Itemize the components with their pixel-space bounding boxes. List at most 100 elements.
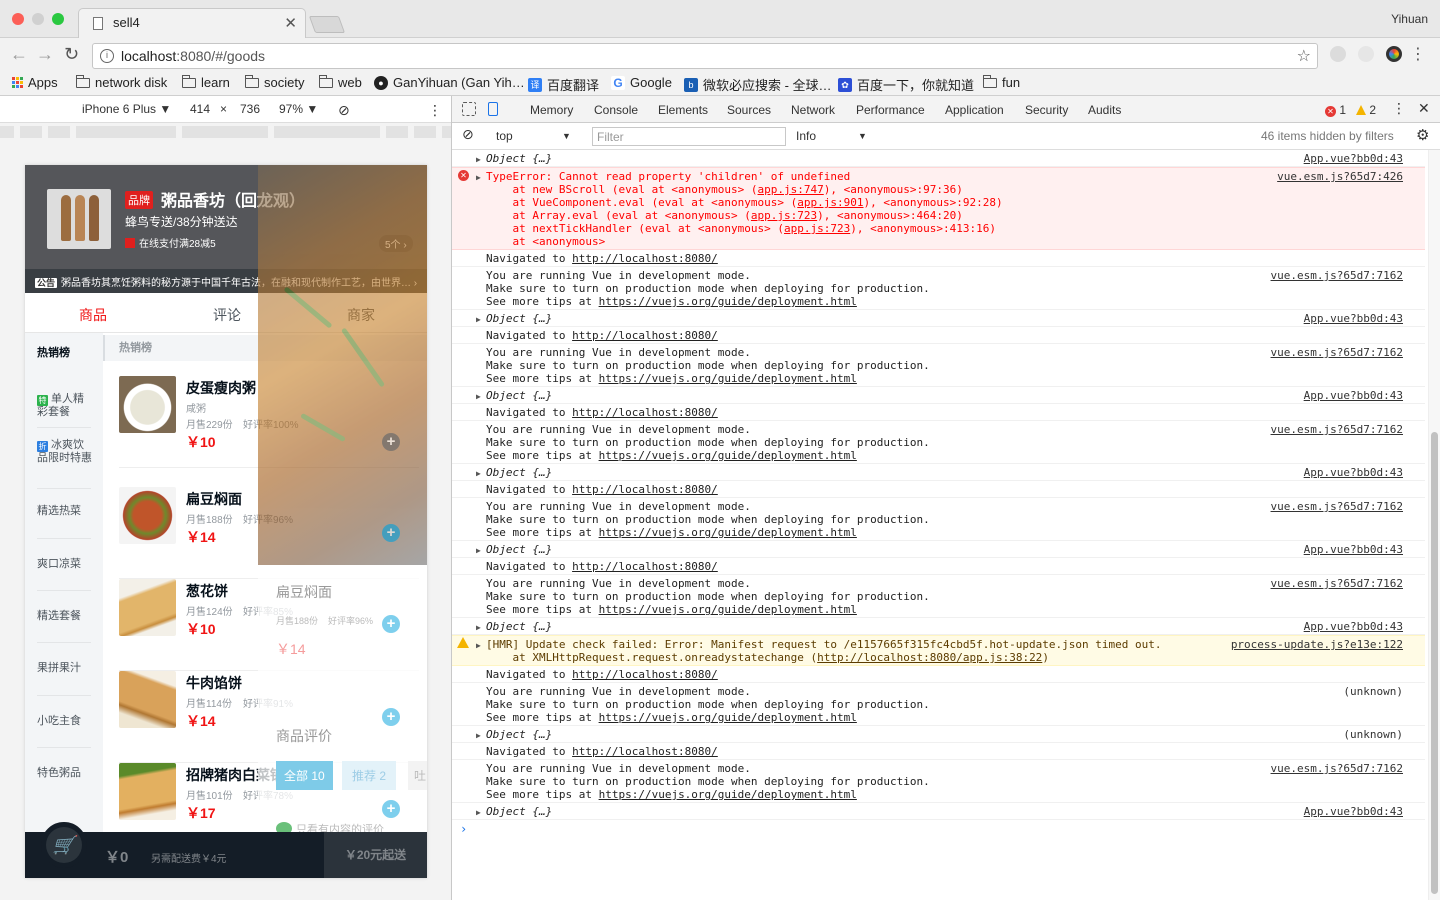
object-preview[interactable]: Object {…} [486, 543, 552, 556]
source-link[interactable]: App.vue?bb0d:43 [1304, 805, 1403, 818]
bookmark-folder-network-disk[interactable]: network disk [76, 74, 167, 90]
vue-tips-link[interactable]: https://vuejs.org/guide/deployment.html [599, 526, 857, 539]
source-link[interactable]: vue.esm.js?65d7:7162 [1271, 346, 1403, 359]
source-link[interactable]: vue.esm.js?65d7:7162 [1271, 577, 1403, 590]
bookmark-folder-learn[interactable]: learn [182, 74, 230, 90]
expand-triangle-icon[interactable]: ▶ [476, 806, 481, 819]
tab-memory[interactable]: Memory [530, 103, 573, 117]
tab-security[interactable]: Security [1025, 103, 1068, 117]
device-height-input[interactable]: 736 [240, 102, 260, 116]
zoom-select[interactable]: 97% ▼ [279, 102, 318, 116]
console-object-message[interactable]: ▶ Object {…} (unknown) [452, 726, 1425, 743]
device-width-input[interactable]: 414 [190, 102, 210, 116]
source-link[interactable]: vue.esm.js?65d7:7162 [1271, 500, 1403, 513]
expand-triangle-icon[interactable]: ▶ [476, 153, 481, 166]
extension-icon[interactable] [1358, 46, 1374, 62]
clear-console-icon[interactable]: ⊘ [462, 126, 474, 143]
expand-triangle-icon[interactable]: ▶ [476, 729, 481, 742]
chrome-menu-icon[interactable]: ⋮ [1410, 44, 1426, 64]
minimize-window-button[interactable] [32, 13, 44, 25]
vue-tips-link[interactable]: https://vuejs.org/guide/deployment.html [599, 295, 857, 308]
address-bar[interactable]: i localhost:8080/#/goods ☆ [92, 43, 1318, 69]
profile-name[interactable]: Yihuan [1391, 12, 1428, 26]
nav-url-link[interactable]: http://localhost:8080/ [572, 252, 718, 265]
warning-counter[interactable]: 2 [1356, 103, 1376, 117]
source-link[interactable]: vue.esm.js?65d7:7162 [1271, 269, 1403, 282]
tab-console[interactable]: Console [587, 103, 645, 125]
object-preview[interactable]: Object {…} [486, 152, 552, 165]
scrollbar-thumb[interactable] [1431, 432, 1438, 894]
nav-url-link[interactable]: http://localhost:8080/ [572, 668, 718, 681]
context-select[interactable]: top [496, 129, 513, 143]
shopcart-bar[interactable]: 🛒 ￥0 另需配送费￥4元 ￥20元起送 [25, 822, 427, 878]
chrome-extension-icon[interactable] [1386, 46, 1402, 62]
tab-seller[interactable]: 商家 [347, 305, 375, 325]
notice-bar[interactable]: 公告 粥品香坊其烹饪粥料的秘方源于中国千年古法，在融和现代制作工艺，由世界… › [25, 269, 427, 293]
food-item[interactable]: 葱花饼 月售124份 好评率85% ￥10 [119, 579, 419, 671]
rotate-icon[interactable]: ⊘ [338, 102, 350, 119]
zoom-window-button[interactable] [52, 13, 64, 25]
tab-sources[interactable]: Sources [727, 103, 771, 117]
object-preview[interactable]: Object {…} [486, 728, 552, 741]
vue-tips-link[interactable]: https://vuejs.org/guide/deployment.html [599, 788, 857, 801]
console-scrollbar[interactable] [1428, 150, 1440, 900]
expand-triangle-icon[interactable]: ▶ [476, 544, 481, 557]
browser-tab[interactable]: sell4 ✕ [78, 8, 306, 38]
console-object-message[interactable]: ▶ Object {…} App.vue?bb0d:43 [452, 387, 1425, 404]
expand-triangle-icon[interactable]: ▶ [476, 390, 481, 403]
console-output[interactable]: ▶ Object {…} App.vue?bb0d:43 ✕ ▶ TypeError: C… [452, 150, 1425, 900]
console-object-message[interactable]: ▶ Object {…} App.vue?bb0d:43 [452, 541, 1425, 558]
menu-item[interactable]: 果拼果汁 [37, 662, 93, 675]
tab-elements[interactable]: Elements [658, 103, 708, 117]
nav-url-link[interactable]: http://localhost:8080/ [572, 560, 718, 573]
level-select[interactable]: Info [796, 129, 816, 143]
menu-item[interactable]: 特色粥品 [37, 767, 93, 780]
console-error-message[interactable]: ✕ ▶ TypeError: Cannot read property 'child… [452, 167, 1425, 250]
inspect-element-icon[interactable] [462, 102, 476, 116]
tab-network[interactable]: Network [791, 103, 835, 117]
bookmark-apps[interactable]: Apps [12, 75, 58, 90]
menu-item[interactable]: 精选套餐 [37, 610, 93, 623]
console-object-message[interactable]: ▶ Object {…} App.vue?bb0d:43 [452, 618, 1425, 635]
reload-icon[interactable]: ↻ [64, 44, 79, 65]
menu-item[interactable]: 特单人精彩套餐 [37, 393, 93, 419]
device-toolbar-icon[interactable] [488, 102, 498, 116]
expand-triangle-icon[interactable]: ▶ [476, 467, 481, 480]
activity-count-button[interactable]: 5个 › [379, 235, 413, 252]
source-link[interactable]: App.vue?bb0d:43 [1304, 312, 1403, 325]
bookmark-google[interactable]: G Google [611, 75, 672, 90]
menu-item[interactable]: 热销榜 [37, 347, 93, 360]
source-link[interactable]: App.vue?bb0d:43 [1304, 543, 1403, 556]
tab-application[interactable]: Application [945, 103, 1004, 117]
nav-url-link[interactable]: http://localhost:8080/ [572, 329, 718, 342]
food-item[interactable]: 牛肉馅饼 月售114份 好评率91% ￥14 [119, 671, 419, 763]
device-select[interactable]: iPhone 6 Plus ▼ [82, 102, 171, 116]
console-object-message[interactable]: ▶ Object {…} App.vue?bb0d:43 [452, 464, 1425, 481]
bookmark-folder-fun[interactable]: fun [983, 74, 1020, 90]
vue-tips-link[interactable]: https://vuejs.org/guide/deployment.html [599, 603, 857, 616]
console-settings-gear-icon[interactable]: ⚙ [1416, 126, 1429, 144]
close-window-button[interactable] [12, 13, 24, 25]
object-preview[interactable]: Object {…} [486, 805, 552, 818]
source-link[interactable]: App.vue?bb0d:43 [1304, 389, 1403, 402]
object-preview[interactable]: Object {…} [486, 389, 552, 402]
close-devtools-icon[interactable]: ✕ [1418, 100, 1430, 117]
nav-url-link[interactable]: http://localhost:8080/ [572, 745, 718, 758]
error-counter[interactable]: ✕ 1 [1325, 103, 1346, 117]
bookmark-baidu-translate[interactable]: 译百度翻译 [528, 75, 599, 94]
devtools-menu-icon[interactable]: ⋮ [1392, 100, 1406, 117]
menu-item[interactable]: 折冰爽饮品限时特惠 [37, 439, 93, 465]
object-preview[interactable]: Object {…} [486, 312, 552, 325]
source-link[interactable]: App.vue?bb0d:43 [1304, 620, 1403, 633]
cart-logo[interactable]: 🛒 [41, 822, 87, 868]
pay-button[interactable]: ￥20元起送 [324, 832, 427, 878]
menu-item[interactable]: 爽口凉菜 [37, 558, 93, 571]
expand-triangle-icon[interactable]: ▶ [476, 171, 481, 184]
source-link[interactable]: App.vue?bb0d:43 [1304, 152, 1403, 165]
url-text[interactable]: localhost:8080/#/goods [121, 48, 265, 64]
bookmark-folder-society[interactable]: society [245, 74, 304, 90]
console-object-message[interactable]: ▶ Object {…} App.vue?bb0d:43 [452, 150, 1425, 167]
nav-url-link[interactable]: http://localhost:8080/ [572, 406, 718, 419]
vue-tips-link[interactable]: https://vuejs.org/guide/deployment.html [599, 711, 857, 724]
source-link[interactable]: App.vue?bb0d:43 [1304, 466, 1403, 479]
